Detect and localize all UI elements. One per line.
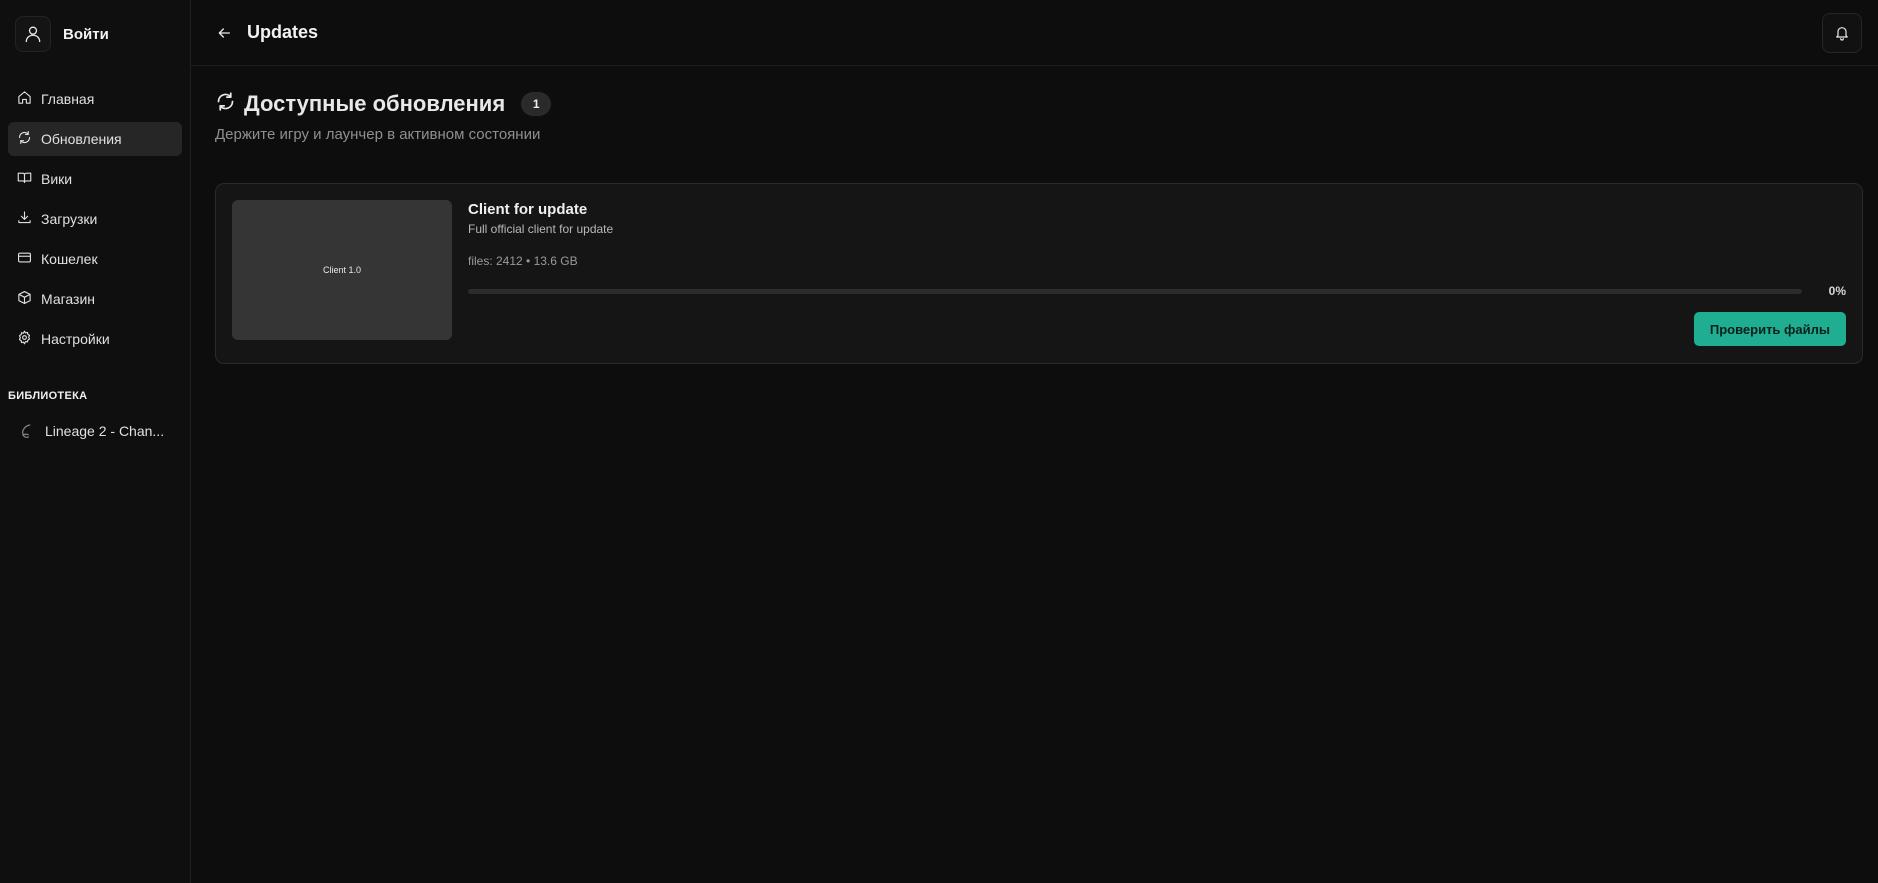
- update-thumbnail: Client 1.0: [232, 200, 452, 340]
- notifications-button[interactable]: [1822, 12, 1862, 53]
- update-title: Client for update: [468, 201, 588, 218]
- download-icon: [17, 210, 32, 228]
- section-title: Доступные обновления: [244, 91, 506, 116]
- library-title: БИБЛИОТЕКА: [8, 390, 88, 402]
- sidebar-item-label: Обновления: [41, 131, 122, 147]
- library-item-lineage2[interactable]: Lineage 2 - Chan...: [8, 414, 182, 448]
- sidebar-item-label: Загрузки: [41, 211, 98, 227]
- updates-count-badge: 1: [521, 92, 552, 116]
- bell-icon: [1836, 26, 1848, 41]
- refresh-icon: [215, 91, 236, 117]
- update-meta: files: 2412 • 13.6 GB: [468, 254, 578, 268]
- progress-row: 0%: [468, 284, 1846, 298]
- wallet-icon: [17, 250, 32, 268]
- updates-section: Доступные обновления 1 Держите игру и ла…: [191, 66, 1878, 364]
- book-icon: [17, 170, 32, 188]
- progress-bar: [468, 288, 1802, 294]
- back-button[interactable]: [215, 24, 233, 42]
- gear-icon: [17, 330, 32, 348]
- sidebar-item-home[interactable]: Главная: [8, 82, 182, 116]
- sidebar-item-label: Вики: [41, 171, 73, 187]
- sidebar-item-label: Кошелек: [41, 251, 98, 267]
- sidebar-item-wiki[interactable]: Вики: [8, 162, 182, 196]
- home-icon: [17, 90, 32, 108]
- library-item-label: Lineage 2 - Chan...: [45, 423, 165, 439]
- progress-percent: 0%: [1828, 284, 1846, 298]
- game-icon: [16, 421, 36, 441]
- app-root: Войти Главная Обновления Вики Загрузки К…: [0, 0, 1878, 883]
- sidebar-item-label: Настройки: [41, 331, 110, 347]
- sidebar-item-updates[interactable]: Обновления: [8, 122, 182, 156]
- login-label: Войти: [63, 25, 109, 43]
- sidebar-item-wallet[interactable]: Кошелек: [8, 242, 182, 276]
- refresh-icon: [17, 130, 32, 148]
- sidebar-item-settings[interactable]: Настройки: [8, 322, 182, 356]
- section-subtitle: Держите игру и лаунчер в активном состоя…: [215, 126, 541, 143]
- topbar: Updates: [191, 0, 1878, 66]
- update-card: Client 1.0 Client for update Full offici…: [215, 183, 1863, 364]
- box-icon: [17, 290, 32, 308]
- verify-files-button[interactable]: Проверить файлы: [1693, 312, 1846, 346]
- sidebar-item-shop[interactable]: Магазин: [8, 282, 182, 316]
- login-button[interactable]: Войти: [8, 0, 182, 68]
- sidebar-item-label: Магазин: [41, 291, 96, 307]
- main-area: Updates Доступные обновления 1 Держите и…: [191, 0, 1878, 883]
- user-icon: [15, 16, 51, 52]
- sidebar-item-label: Главная: [41, 91, 95, 107]
- thumbnail-label: Client 1.0: [322, 265, 362, 275]
- sidebar: Войти Главная Обновления Вики Загрузки К…: [0, 0, 191, 883]
- sidebar-item-downloads[interactable]: Загрузки: [8, 202, 182, 236]
- page-title: Updates: [247, 22, 319, 42]
- arrow-left-icon: [218, 27, 230, 38]
- sidebar-nav: Главная Обновления Вики Загрузки Кошелек…: [8, 82, 182, 356]
- update-description: Full official client for update: [468, 222, 614, 236]
